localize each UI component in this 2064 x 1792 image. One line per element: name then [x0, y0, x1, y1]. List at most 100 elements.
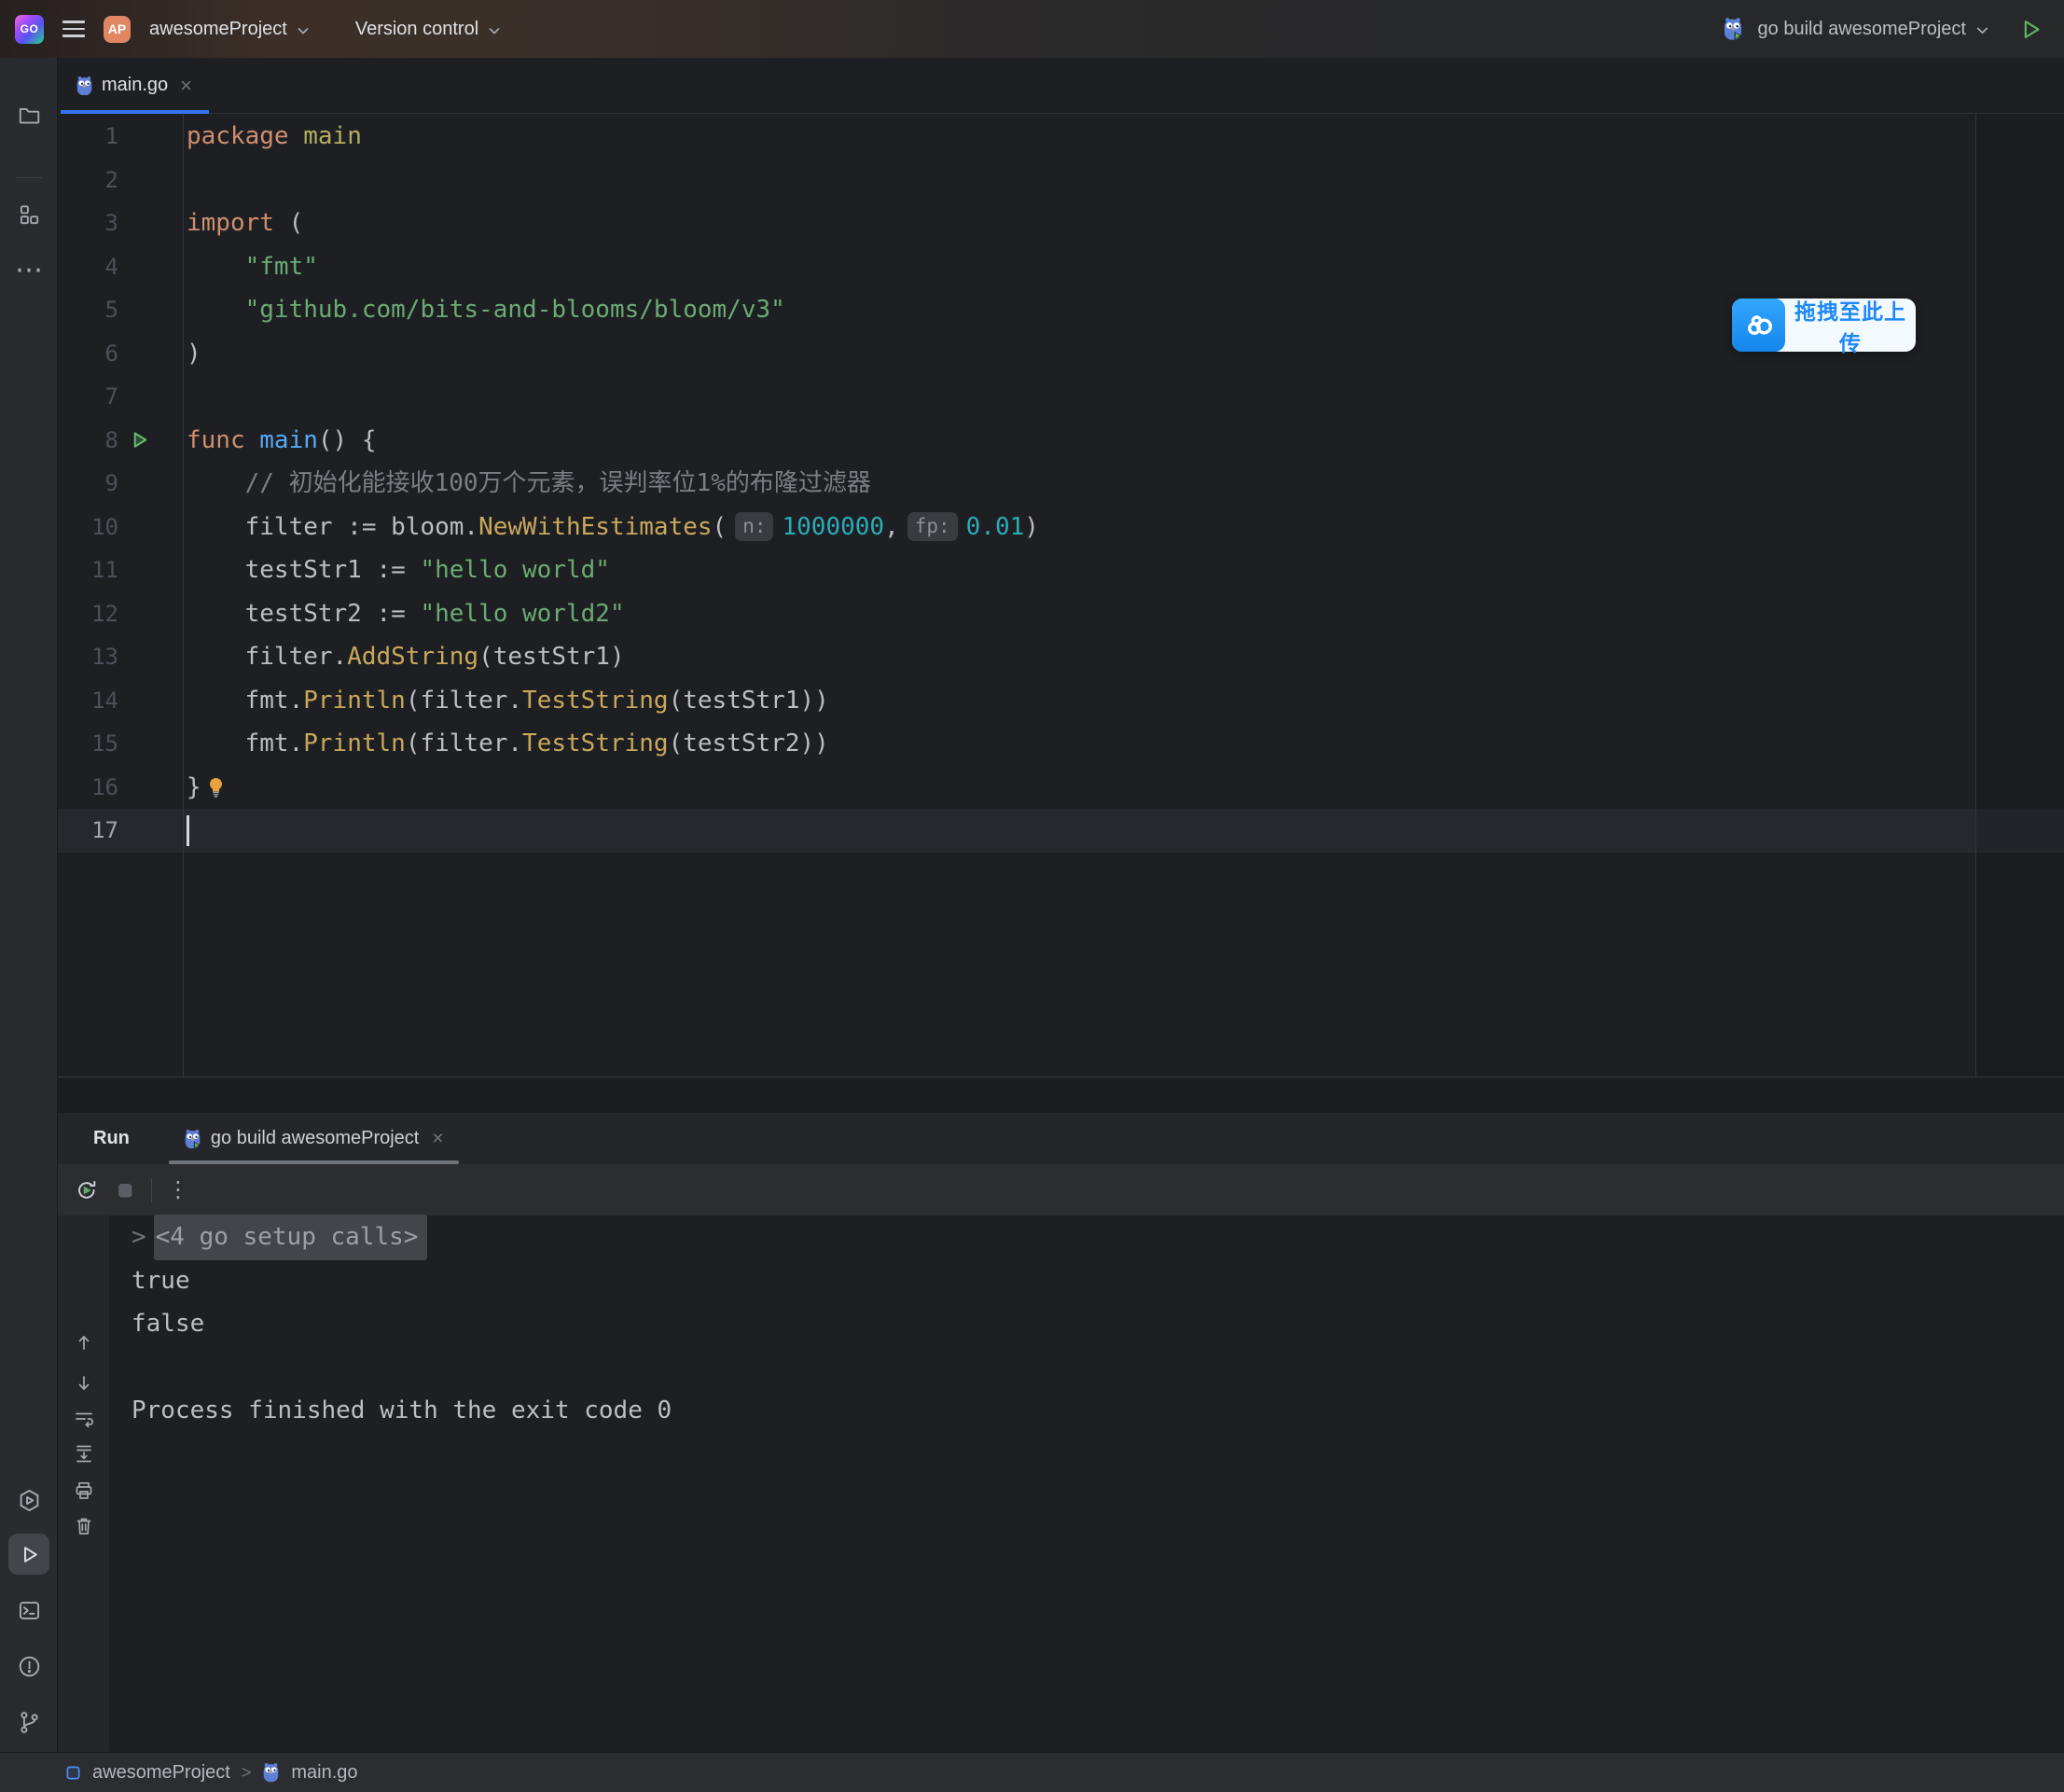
run-tool-button[interactable]	[0, 1528, 58, 1580]
soft-wrap-icon[interactable]	[73, 1408, 95, 1430]
console-line[interactable]: ><4 go setup calls>	[109, 1216, 2064, 1259]
line-number[interactable]: 12	[58, 601, 118, 627]
gutter-line-6[interactable]: 6	[58, 332, 183, 376]
code-editor[interactable]: 1234567891011121314151617 package mainim…	[58, 114, 2064, 1077]
tab-main-go[interactable]: main.go ×	[61, 58, 209, 113]
gutter-line-16[interactable]: 16	[58, 766, 183, 810]
code-line-11[interactable]: testStr1 := "hello world"	[184, 549, 2064, 592]
services-tool-button[interactable]	[0, 1474, 58, 1526]
close-icon[interactable]: ×	[180, 76, 192, 96]
gutter-line-4[interactable]: 4	[58, 245, 183, 289]
line-number[interactable]: 2	[58, 167, 118, 193]
line-number[interactable]: 3	[58, 210, 118, 236]
line-number[interactable]: 5	[58, 297, 118, 323]
git-tool-button[interactable]	[0, 1696, 58, 1748]
gutter-line-2[interactable]: 2	[58, 159, 183, 202]
line-number[interactable]: 11	[58, 557, 118, 583]
baidu-upload-overlay[interactable]: 拖拽至此上传	[1732, 299, 1916, 352]
code-line-8[interactable]: func main() {	[184, 419, 2064, 463]
gutter-line-10[interactable]: 10	[58, 506, 183, 549]
breadcrumb-project[interactable]: awesomeProject	[92, 1762, 230, 1784]
code-line-3[interactable]: import (	[184, 201, 2064, 245]
code-line-14[interactable]: fmt.Println(filter.TestString(testStr1))	[184, 679, 2064, 723]
code-line-10[interactable]: filter := bloom.NewWithEstimates(n:10000…	[184, 506, 2064, 549]
more-options-icon[interactable]: ⋮	[167, 1176, 189, 1203]
code-token: Println	[303, 679, 406, 723]
folded-output[interactable]: <4 go setup calls>	[154, 1215, 428, 1261]
line-number[interactable]: 17	[58, 817, 118, 843]
intention-bulb-icon[interactable]	[206, 776, 226, 799]
gutter-line-15[interactable]: 15	[58, 722, 183, 766]
project-selector[interactable]: awesomeProject	[149, 19, 311, 40]
gutter-line-14[interactable]: 14	[58, 679, 183, 723]
line-number[interactable]: 8	[58, 427, 118, 453]
code-token: 1000000	[782, 506, 884, 549]
close-icon[interactable]: ×	[432, 1128, 443, 1150]
line-number[interactable]: 15	[58, 730, 118, 757]
code-token: )	[1024, 506, 1039, 549]
stop-button[interactable]	[114, 1179, 136, 1202]
console-line[interactable]: false	[109, 1302, 2064, 1346]
clear-console-icon[interactable]	[73, 1515, 95, 1537]
gutter-line-13[interactable]: 13	[58, 635, 183, 679]
code-line-13[interactable]: filter.AddString(testStr1)	[184, 635, 2064, 679]
line-number[interactable]: 6	[58, 340, 118, 367]
console-output[interactable]: ><4 go setup calls>truefalse Process fini…	[109, 1216, 2064, 1752]
code-line-9[interactable]: // 初始化能接收100万个元素，误判率位1%的布隆过滤器	[184, 462, 2064, 506]
code-line-16[interactable]: }	[184, 766, 2064, 810]
code-line-7[interactable]	[184, 375, 2064, 419]
gutter-line-7[interactable]: 7	[58, 375, 183, 419]
prev-occurrence-icon[interactable]	[73, 1331, 95, 1354]
print-icon[interactable]	[73, 1479, 95, 1502]
code-line-17[interactable]	[184, 809, 2064, 853]
gutter-line-9[interactable]: 9	[58, 462, 183, 506]
next-occurrence-icon[interactable]	[73, 1372, 95, 1395]
code-line-1[interactable]: package main	[184, 115, 2064, 159]
gutter-line-5[interactable]: 5	[58, 288, 183, 332]
project-tool-button[interactable]	[0, 90, 58, 142]
code-token	[289, 115, 304, 159]
code-token: main	[259, 419, 318, 463]
code-line-4[interactable]: "fmt"	[184, 245, 2064, 289]
main-menu-icon[interactable]	[62, 21, 85, 36]
gutter-line-11[interactable]: 11	[58, 549, 183, 592]
gutter-line-8[interactable]: 8	[58, 419, 183, 463]
code-token: (filter.	[406, 679, 522, 723]
main-toolbar: GO AP awesomeProject Version control go …	[0, 0, 2064, 58]
breadcrumb-file[interactable]: main.go	[291, 1762, 357, 1784]
project-avatar[interactable]: AP	[104, 16, 131, 43]
line-number[interactable]: 14	[58, 688, 118, 714]
more-tool-windows-button[interactable]: ⋯	[0, 244, 58, 297]
gutter-line-1[interactable]: 1	[58, 115, 183, 159]
code-token: testStr2 :=	[187, 592, 420, 636]
code-line-15[interactable]: fmt.Println(filter.TestString(testStr2))	[184, 722, 2064, 766]
terminal-tool-button[interactable]	[0, 1584, 58, 1636]
run-configuration-selector[interactable]: go build awesomeProject	[1758, 19, 1990, 40]
line-number[interactable]: 7	[58, 383, 118, 410]
code-line-2[interactable]	[184, 159, 2064, 202]
line-number[interactable]: 13	[58, 644, 118, 670]
code-line-12[interactable]: testStr2 := "hello world2"	[184, 592, 2064, 636]
line-number[interactable]: 1	[58, 123, 118, 149]
line-number[interactable]: 16	[58, 774, 118, 800]
console-line[interactable]: true	[109, 1259, 2064, 1303]
gutter-line-12[interactable]: 12	[58, 592, 183, 636]
run-button[interactable]	[2018, 17, 2043, 42]
console-line[interactable]	[109, 1346, 2064, 1390]
structure-tool-button[interactable]	[0, 188, 58, 241]
parameter-hint: n:	[735, 512, 773, 541]
code-token: (	[713, 506, 727, 549]
line-number[interactable]: 9	[58, 470, 118, 496]
run-tab[interactable]: go build awesomeProject ×	[169, 1113, 459, 1164]
version-control-menu[interactable]: Version control	[355, 19, 502, 40]
scroll-to-end-icon[interactable]	[73, 1442, 95, 1465]
line-number[interactable]: 4	[58, 254, 118, 280]
run-line-icon[interactable]	[129, 429, 150, 451]
rerun-button[interactable]	[75, 1178, 99, 1202]
gutter-line-17[interactable]: 17	[58, 809, 183, 853]
gutter-line-3[interactable]: 3	[58, 201, 183, 245]
console-line[interactable]: Process finished with the exit code 0	[109, 1389, 2064, 1433]
line-number[interactable]: 10	[58, 514, 118, 540]
fold-chevron-icon[interactable]: >	[132, 1216, 146, 1259]
problems-tool-button[interactable]	[0, 1640, 58, 1692]
